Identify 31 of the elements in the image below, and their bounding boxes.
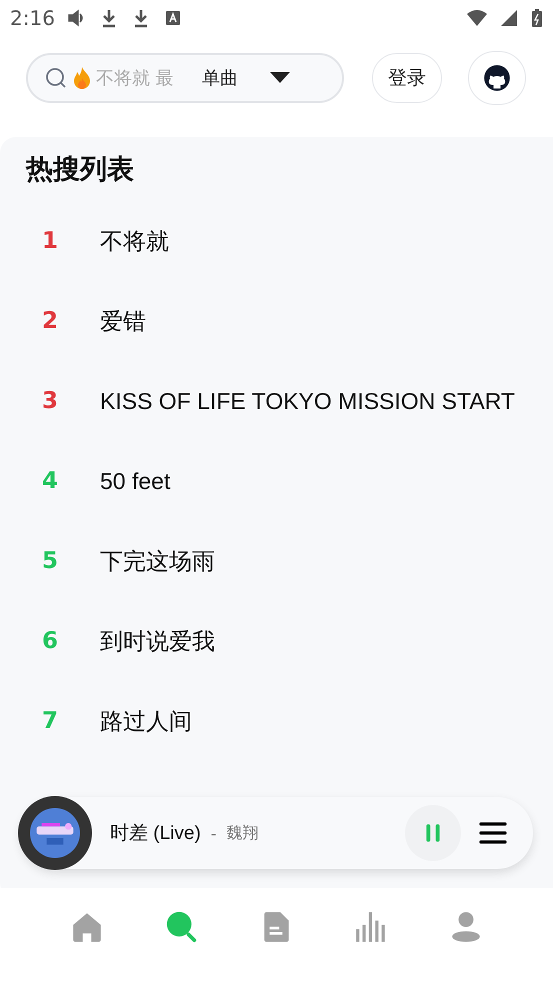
menu-icon[interactable]	[479, 821, 507, 845]
song-title[interactable]: 路过人间	[100, 706, 192, 736]
status-time: 2:16	[10, 6, 55, 30]
song-title: 时差 (Live)	[110, 822, 201, 846]
caret-icon[interactable]	[270, 72, 290, 84]
github-icon	[483, 64, 511, 92]
rank-number: 5	[41, 548, 60, 574]
search-type-label[interactable]: 单曲	[202, 66, 238, 90]
rank-number: 6	[41, 628, 60, 654]
mini-player[interactable]: 时差 (Live) - 魏翔	[20, 797, 533, 869]
song-title[interactable]: 到时说爱我	[100, 626, 215, 656]
search-field[interactable]: 不将就 最 单曲	[26, 53, 344, 103]
song-title[interactable]: KISS OF LIFE TOKYO MISSION START	[100, 388, 515, 414]
battery-icon	[531, 8, 543, 28]
artist-name: 魏翔	[226, 822, 259, 844]
wifi-icon	[467, 8, 487, 28]
search-icon	[44, 66, 68, 90]
song-title[interactable]: 下完这场雨	[100, 546, 215, 576]
section-title: 热搜列表	[26, 153, 135, 187]
login-button[interactable]: 登录	[372, 53, 442, 103]
fire-icon	[72, 66, 92, 90]
separator: -	[210, 824, 217, 842]
rank-number: 4	[41, 468, 60, 494]
signal-icon	[499, 8, 519, 28]
song-title[interactable]: 爱错	[100, 306, 146, 336]
rank-number: 2	[41, 308, 60, 334]
rank-number: 7	[41, 708, 60, 734]
song-title[interactable]: 不将就	[100, 226, 169, 256]
song-title[interactable]: 50 feet	[100, 468, 170, 494]
rank-number: 3	[41, 388, 60, 414]
rank-number: 1	[41, 228, 60, 254]
